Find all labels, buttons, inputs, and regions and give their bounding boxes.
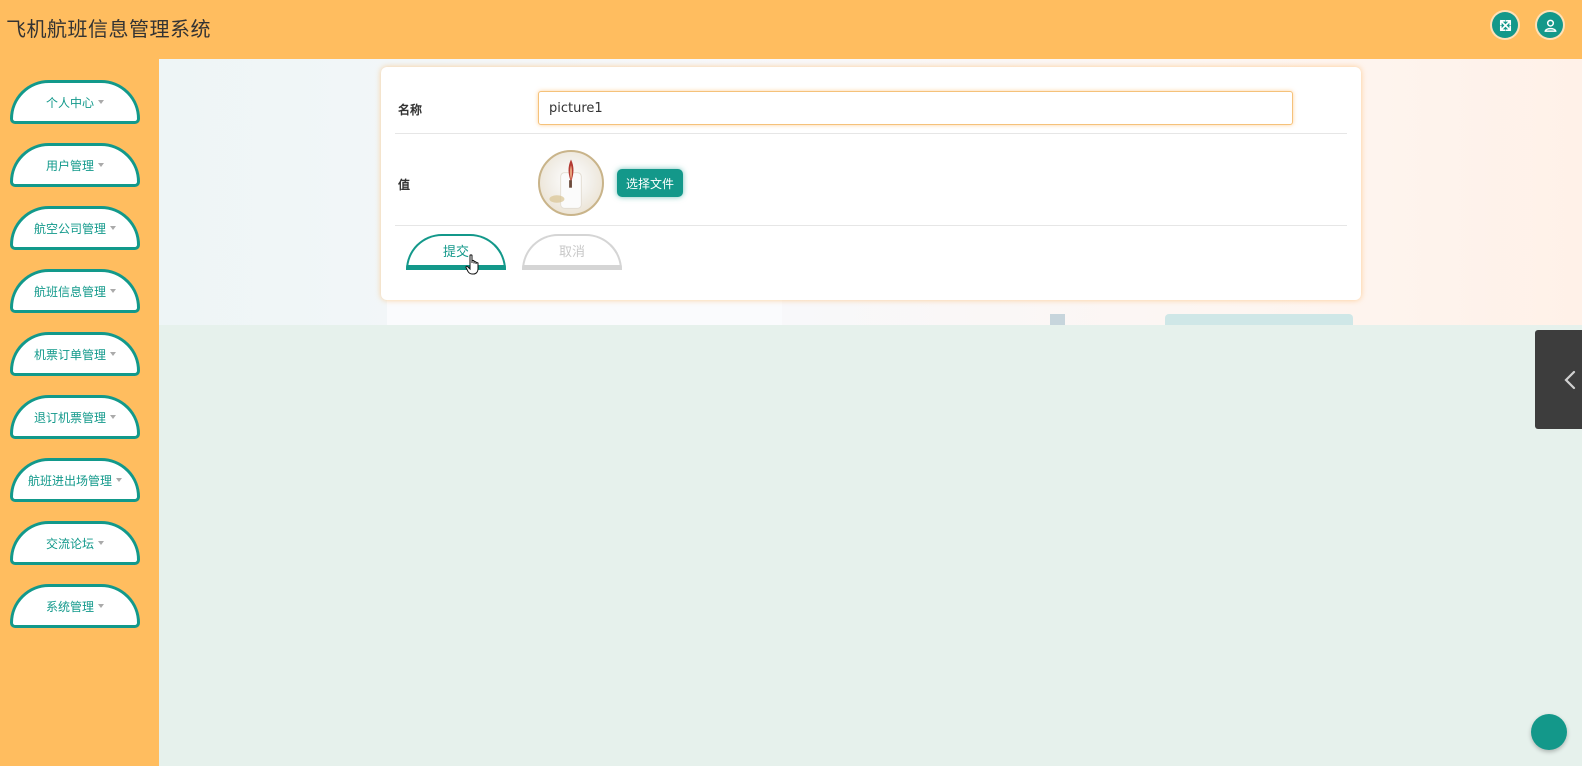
hand-pointer-cursor-icon [465, 254, 479, 275]
caret-down-icon [98, 541, 104, 545]
sidebar-item-system-management[interactable]: 系统管理 [10, 584, 140, 628]
background-decoration [1165, 314, 1353, 325]
cancel-button[interactable]: 取消 [522, 234, 622, 270]
uploaded-image-preview[interactable] [538, 150, 604, 216]
caret-down-icon [98, 100, 104, 104]
sidebar-item-label: 个人中心 [45, 95, 94, 110]
chevron-left-icon [1564, 370, 1576, 389]
sidebar: 个人中心 用户管理 航空公司管理 航班信息管理 机票订单管理 退订机票管理 航班… [0, 59, 159, 766]
submit-button[interactable]: 提交 [406, 234, 506, 270]
sidebar-item-label: 交流论坛 [45, 536, 94, 551]
sidebar-item-label: 机票订单管理 [33, 347, 106, 362]
name-label: 名称 [398, 103, 423, 117]
sidebar-item-personal-center[interactable]: 个人中心 [10, 80, 140, 124]
form-divider [395, 225, 1347, 226]
sidebar-item-user-management[interactable]: 用户管理 [10, 143, 140, 187]
caret-down-icon [110, 289, 116, 293]
fullscreen-button[interactable] [1492, 12, 1518, 38]
side-panel-toggle[interactable] [1535, 330, 1582, 429]
choose-file-button[interactable]: 选择文件 [617, 169, 683, 197]
caret-down-icon [98, 604, 104, 608]
caret-down-icon [110, 352, 116, 356]
sidebar-item-label: 航空公司管理 [33, 221, 106, 236]
user-button[interactable] [1537, 12, 1563, 38]
sidebar-item-label: 航班信息管理 [33, 284, 106, 299]
sidebar-item-label: 航班进出场管理 [27, 473, 112, 488]
edit-form-card: 名称 值 选择文件 提交 取消 [381, 67, 1361, 300]
background-decoration [387, 300, 782, 325]
background-decoration [1050, 314, 1065, 325]
caret-down-icon [116, 478, 122, 482]
floating-action-button[interactable] [1531, 714, 1567, 750]
sidebar-item-ticket-order-management[interactable]: 机票订单管理 [10, 332, 140, 376]
fullscreen-icon [1499, 19, 1511, 31]
caret-down-icon [110, 415, 116, 419]
content-lower-background [159, 325, 1582, 766]
sidebar-item-flight-info-management[interactable]: 航班信息管理 [10, 269, 140, 313]
sidebar-item-refund-management[interactable]: 退订机票管理 [10, 395, 140, 439]
form-divider [395, 133, 1347, 134]
sidebar-item-forum[interactable]: 交流论坛 [10, 521, 140, 565]
top-header: 飞机航班信息管理系统 [0, 0, 1582, 59]
caret-down-icon [110, 226, 116, 230]
name-input[interactable] [538, 91, 1293, 125]
value-label: 值 [398, 178, 411, 192]
sidebar-item-label: 用户管理 [45, 158, 94, 173]
sidebar-item-airline-management[interactable]: 航空公司管理 [10, 206, 140, 250]
caret-down-icon [98, 163, 104, 167]
app-title: 飞机航班信息管理系统 [6, 17, 211, 41]
sidebar-item-flight-entry-exit-management[interactable]: 航班进出场管理 [10, 458, 140, 502]
user-icon [1543, 19, 1557, 32]
image-thumbnail [549, 159, 582, 209]
sidebar-item-label: 退订机票管理 [33, 410, 106, 425]
sidebar-item-label: 系统管理 [45, 599, 94, 614]
